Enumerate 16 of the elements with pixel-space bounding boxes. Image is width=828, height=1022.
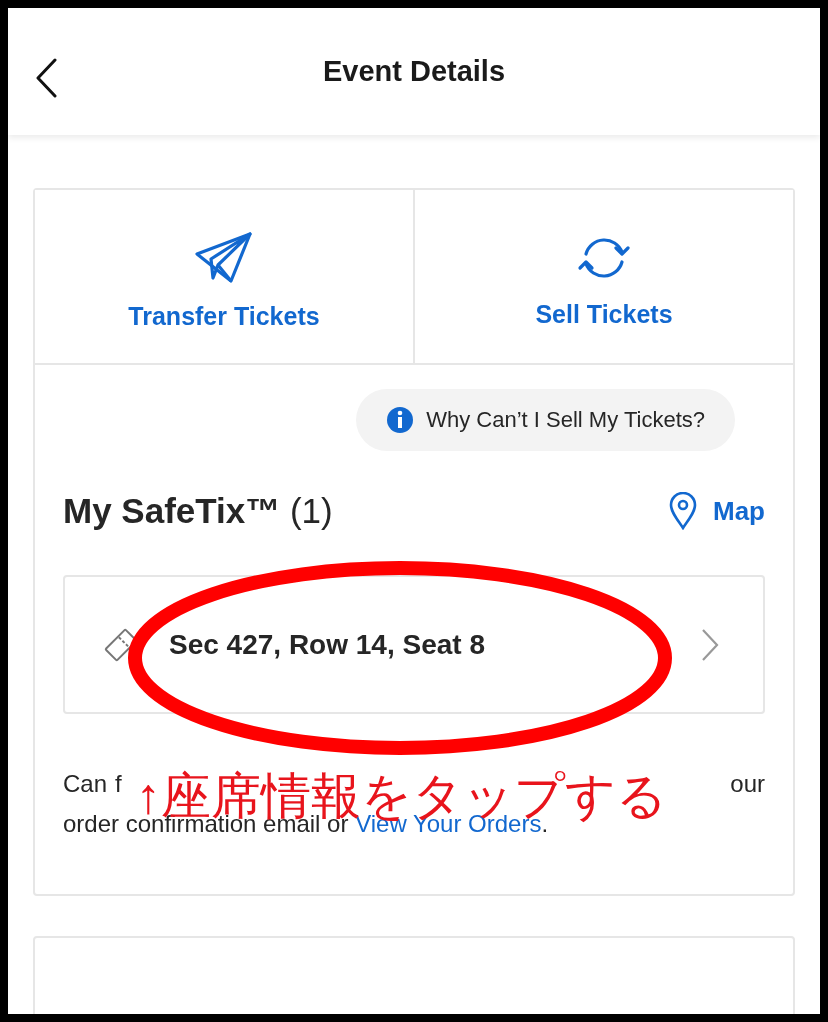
- ticket-row[interactable]: Sec 427, Row 14, Seat 8: [63, 575, 765, 714]
- note-text-fragment: f: [115, 769, 122, 799]
- note-text-fragment: our: [730, 769, 765, 799]
- paper-plane-icon: [195, 231, 253, 284]
- why-cant-sell-button[interactable]: Why Can’t I Sell My Tickets?: [356, 389, 735, 451]
- location-pin-icon: [669, 492, 697, 530]
- chevron-right-icon: [701, 627, 719, 662]
- page-title: Event Details: [322, 55, 506, 88]
- back-icon[interactable]: [35, 58, 57, 98]
- section-title: My SafeTix™ (1): [63, 491, 333, 531]
- action-button[interactable]: Sell Tickets: [413, 190, 793, 363]
- note-text-fragment: Can: [63, 769, 108, 799]
- seat-info: Sec 427, Row 14, Seat 8: [169, 628, 486, 661]
- map-link[interactable]: Map: [669, 492, 765, 530]
- info-icon: [386, 406, 415, 434]
- period-text: .: [541, 810, 549, 837]
